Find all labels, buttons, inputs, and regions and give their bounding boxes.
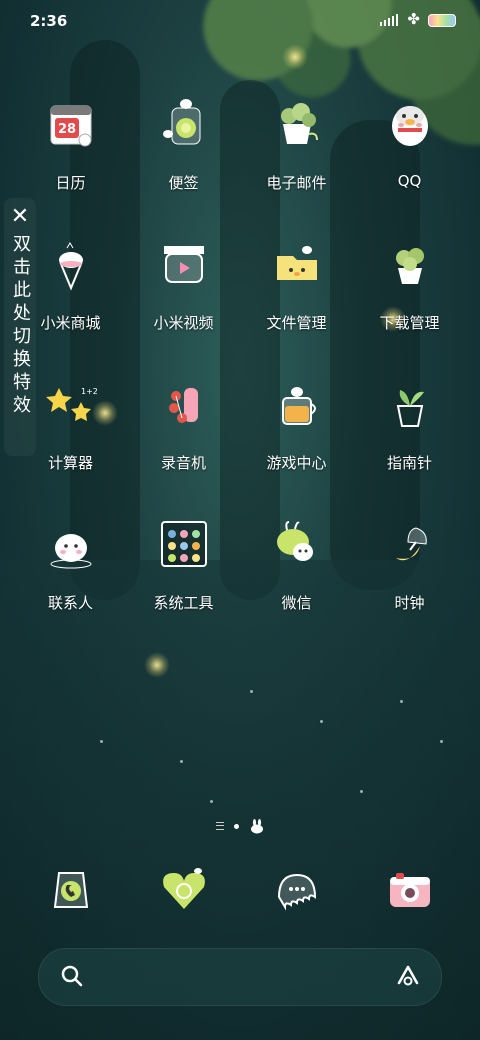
app-label: 时钟 (394, 594, 425, 612)
signal-icon (380, 14, 398, 26)
sparkle (400, 700, 403, 703)
sparkle (320, 720, 323, 723)
recorder-icon (148, 368, 220, 440)
sparkle (210, 800, 213, 803)
calculator-icon: 1+2 (35, 368, 107, 440)
dock-camera[interactable] (353, 852, 466, 922)
voice-assistant-icon[interactable] (395, 963, 421, 989)
app-mi-store[interactable]: 小米商城 (14, 228, 127, 333)
sparkle (360, 790, 363, 793)
app-email[interactable]: 电子邮件 (240, 88, 353, 193)
dock-phone[interactable] (14, 852, 127, 922)
sparkle (100, 740, 103, 743)
dock-browser[interactable] (127, 852, 240, 922)
qq-penguin-icon (374, 88, 446, 160)
bunny-icon (250, 819, 263, 834)
status-time: 2:36 (30, 12, 68, 30)
app-qq[interactable]: QQ (353, 88, 466, 193)
app-label: 录音机 (160, 454, 206, 472)
search-icon (61, 965, 83, 987)
app-label: 文件管理 (266, 314, 327, 332)
wechat-icon (261, 508, 333, 580)
app-label: 游戏中心 (266, 454, 327, 472)
clock-icon (374, 508, 446, 580)
clover-icon: ✤ (407, 10, 420, 28)
camera-icon (375, 852, 445, 922)
sparkle (250, 690, 253, 693)
status-bar: 2:36 ✤ (0, 0, 480, 42)
file-manager-icon (261, 228, 333, 300)
app-game-center[interactable]: 游戏中心 (240, 368, 353, 473)
game-center-icon (261, 368, 333, 440)
mi-video-icon (148, 228, 220, 300)
search-bar[interactable] (38, 948, 442, 1006)
app-label: 指南针 (386, 454, 432, 472)
page-dot (233, 823, 239, 829)
app-label: 计算器 (47, 454, 93, 472)
notes-icon (148, 88, 220, 160)
firefly (282, 44, 308, 70)
sparkle (440, 740, 443, 743)
browser-icon (149, 852, 219, 922)
contacts-icon (35, 508, 107, 580)
app-label: 微信 (281, 594, 312, 612)
mi-store-icon (35, 228, 107, 300)
dock (14, 852, 466, 922)
app-download-manager[interactable]: 下载管理 (353, 228, 466, 333)
battery-icon (428, 14, 456, 27)
app-label: 下载管理 (379, 314, 440, 332)
app-label: 小米商城 (40, 314, 101, 332)
app-wechat[interactable]: 微信 (240, 508, 353, 613)
download-manager-icon (374, 228, 446, 300)
app-notes[interactable]: 便签 (127, 88, 240, 193)
app-label: 系统工具 (153, 594, 214, 612)
app-label: 小米视频 (153, 314, 214, 332)
app-grid: 28 日历 便签 电子邮件 QQ 小米商城 小米视频 文件管理 下载管理 1+2… (14, 88, 466, 613)
sparkle (180, 760, 183, 763)
firefly (144, 652, 170, 678)
menu-lines-icon (215, 822, 224, 830)
app-calculator[interactable]: 1+2 计算器 (14, 368, 127, 473)
app-system-tools[interactable]: 系统工具 (127, 508, 240, 613)
app-clock[interactable]: 时钟 (353, 508, 466, 613)
system-tools-icon (148, 508, 220, 580)
calendar-day: 28 (57, 122, 75, 137)
phone-icon (36, 852, 106, 922)
email-icon (261, 88, 333, 160)
app-mi-video[interactable]: 小米视频 (127, 228, 240, 333)
compass-icon (374, 368, 446, 440)
app-label: 电子邮件 (266, 174, 327, 192)
app-contacts[interactable]: 联系人 (14, 508, 127, 613)
app-compass[interactable]: 指南针 (353, 368, 466, 473)
app-recorder[interactable]: 录音机 (127, 368, 240, 473)
svg-text:1+2: 1+2 (81, 387, 98, 396)
app-calendar[interactable]: 28 日历 (14, 88, 127, 193)
app-label: QQ (397, 172, 422, 190)
app-label: 联系人 (47, 594, 93, 612)
app-label: 便签 (168, 174, 199, 192)
dock-messages[interactable] (240, 852, 353, 922)
app-label: 日历 (55, 174, 86, 192)
page-indicator[interactable] (0, 818, 480, 834)
app-file-manager[interactable]: 文件管理 (240, 228, 353, 333)
calendar-icon: 28 (35, 88, 107, 160)
messages-icon (262, 852, 332, 922)
